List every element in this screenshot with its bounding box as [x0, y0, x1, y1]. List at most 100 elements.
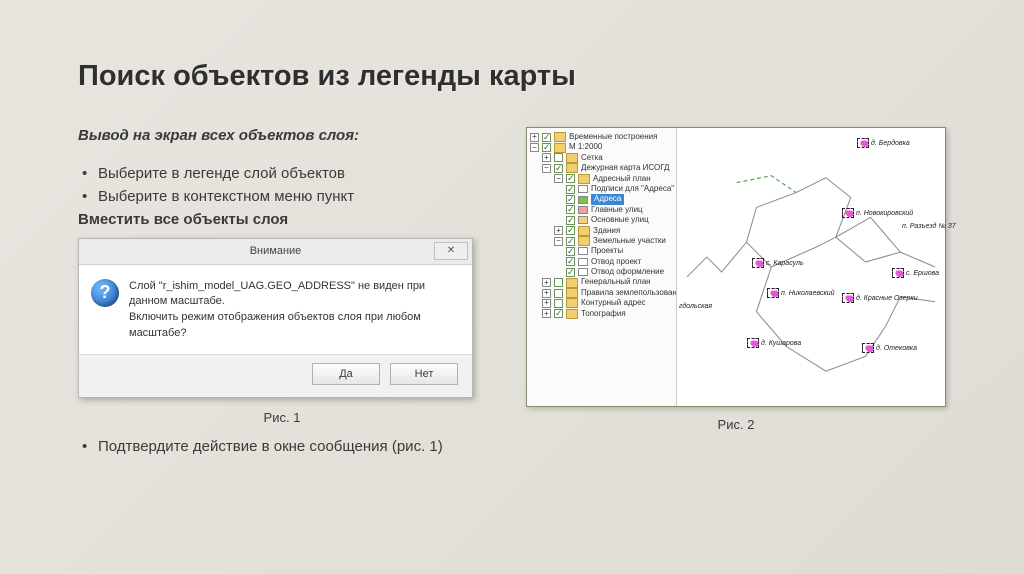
- tree-node-selected[interactable]: Адреса: [591, 194, 624, 204]
- bullet-list-2: Подтвердите действие в окне сообщения (р…: [78, 435, 486, 458]
- checkbox[interactable]: [566, 268, 575, 277]
- tree-node[interactable]: Сетка: [581, 153, 603, 163]
- tree-node[interactable]: Главные улиц: [591, 205, 643, 215]
- close-button[interactable]: ✕: [434, 242, 468, 260]
- checkbox[interactable]: [566, 185, 575, 194]
- map-view[interactable]: д. Бердовка п. Новокировский п. Разъезд …: [677, 128, 945, 406]
- folder-icon: [578, 226, 590, 236]
- dialog-window: Внимание ✕ ? Слой "r_ishim_model_UAG.GEO…: [78, 238, 473, 399]
- legend-tree[interactable]: + Временные построения − М 1:2000 + Сетка −…: [527, 128, 677, 406]
- tree-node[interactable]: Отвод проект: [591, 257, 641, 267]
- place-label: д. Красные Озерки: [856, 295, 918, 302]
- tree-node[interactable]: Временные построения: [569, 132, 657, 142]
- subtitle: Вывод на экран всех объектов слоя:: [78, 127, 486, 144]
- tree-node[interactable]: Основные улиц: [591, 215, 649, 225]
- checkbox[interactable]: [542, 143, 551, 152]
- expand-icon[interactable]: +: [542, 153, 551, 162]
- left-column: Вывод на экран всех объектов слоя: Выбер…: [78, 127, 486, 459]
- folder-icon: [566, 278, 578, 288]
- expand-icon[interactable]: +: [530, 133, 539, 142]
- folder-icon: [578, 174, 590, 184]
- tree-node[interactable]: Подписи для "Адреса": [591, 184, 674, 194]
- checkbox[interactable]: [554, 153, 563, 162]
- checkbox[interactable]: [554, 289, 563, 298]
- tree-node[interactable]: Контурный адрес: [581, 298, 646, 308]
- checkbox[interactable]: [566, 205, 575, 214]
- dialog-title-text: Внимание: [250, 245, 302, 257]
- tree-node[interactable]: Топография: [581, 309, 626, 319]
- expand-icon[interactable]: +: [542, 309, 551, 318]
- checkbox[interactable]: [554, 299, 563, 308]
- place-label: гдольская: [679, 303, 712, 310]
- expand-icon[interactable]: +: [542, 299, 551, 308]
- place-label: д. Отековка: [876, 345, 917, 352]
- bold-line: Вместить все объекты слоя: [78, 211, 486, 228]
- question-icon: ?: [91, 279, 119, 307]
- layer-swatch: [578, 206, 588, 214]
- place-label: с. Карасуль: [766, 260, 804, 267]
- place-label: д. Кушарова: [761, 340, 801, 347]
- checkbox[interactable]: [554, 164, 563, 173]
- layer-swatch: [578, 247, 588, 255]
- list-item: Выберите в легенде слой объектов: [82, 162, 486, 185]
- checkbox[interactable]: [566, 226, 575, 235]
- checkbox[interactable]: [542, 133, 551, 142]
- expand-icon[interactable]: −: [530, 143, 539, 152]
- expand-icon[interactable]: −: [554, 237, 563, 246]
- place-label: п. Николаевский: [781, 290, 835, 297]
- checkbox[interactable]: [566, 247, 575, 256]
- tree-node[interactable]: Правила землепользования и застройк: [581, 288, 677, 298]
- tree-node[interactable]: М 1:2000: [569, 142, 602, 152]
- folder-icon: [578, 236, 590, 246]
- checkbox[interactable]: [566, 257, 575, 266]
- folder-icon: [566, 163, 578, 173]
- expand-icon[interactable]: +: [542, 289, 551, 298]
- tree-node[interactable]: Адресный план: [593, 174, 651, 184]
- tree-node[interactable]: Земельные участки: [593, 236, 666, 246]
- expand-icon[interactable]: −: [542, 164, 551, 173]
- expand-icon[interactable]: +: [542, 278, 551, 287]
- checkbox[interactable]: [566, 195, 575, 204]
- no-button[interactable]: Нет: [390, 363, 458, 385]
- folder-icon: [566, 298, 578, 308]
- place-label: с. Ершова: [906, 270, 939, 277]
- layer-swatch: [578, 268, 588, 276]
- expand-icon[interactable]: +: [554, 226, 563, 235]
- dialog-titlebar: Внимание ✕: [79, 239, 472, 265]
- tree-node[interactable]: Проекты: [591, 246, 623, 256]
- close-icon: ✕: [447, 245, 455, 256]
- page-title: Поиск объектов из легенды карты: [78, 60, 946, 93]
- folder-icon: [554, 132, 566, 142]
- tree-node[interactable]: Дежурная карта ИСОГД: [581, 163, 669, 173]
- figure-2: + Временные построения − М 1:2000 + Сетка −…: [526, 127, 946, 407]
- checkbox[interactable]: [554, 309, 563, 318]
- place-label: п. Новокировский: [856, 210, 913, 217]
- yes-button[interactable]: Да: [312, 363, 380, 385]
- layer-swatch: [578, 185, 588, 193]
- layer-swatch: [578, 216, 588, 224]
- folder-icon: [554, 143, 566, 153]
- folder-icon: [566, 288, 578, 298]
- figure-2-label: Рис. 2: [526, 417, 946, 432]
- checkbox[interactable]: [566, 237, 575, 246]
- place-label: п. Разъезд № 37: [902, 223, 956, 230]
- folder-icon: [566, 309, 578, 319]
- folder-icon: [566, 153, 578, 163]
- list-item: Выберите в контекстном меню пункт: [82, 185, 486, 208]
- place-label: д. Бердовка: [871, 140, 910, 147]
- dialog-message: Слой "r_ishim_model_UAG.GEO_ADDRESS" не …: [129, 279, 456, 343]
- map-boundaries: [677, 128, 945, 406]
- bullet-list: Выберите в легенде слой объектов Выберит…: [78, 162, 486, 209]
- dialog-line2: Включить режим отображения объектов слоя…: [129, 310, 456, 342]
- dialog-line1: Слой "r_ishim_model_UAG.GEO_ADDRESS" не …: [129, 279, 456, 311]
- expand-icon[interactable]: −: [554, 174, 563, 183]
- checkbox[interactable]: [566, 174, 575, 183]
- figure-1-label: Рис. 1: [78, 410, 486, 425]
- tree-node[interactable]: Генеральный план: [581, 277, 651, 287]
- tree-node[interactable]: Отвод оформление: [591, 267, 664, 277]
- checkbox[interactable]: [566, 216, 575, 225]
- tree-node[interactable]: Здания: [593, 226, 620, 236]
- layer-swatch: [578, 258, 588, 266]
- checkbox[interactable]: [554, 278, 563, 287]
- layer-swatch: [578, 196, 588, 204]
